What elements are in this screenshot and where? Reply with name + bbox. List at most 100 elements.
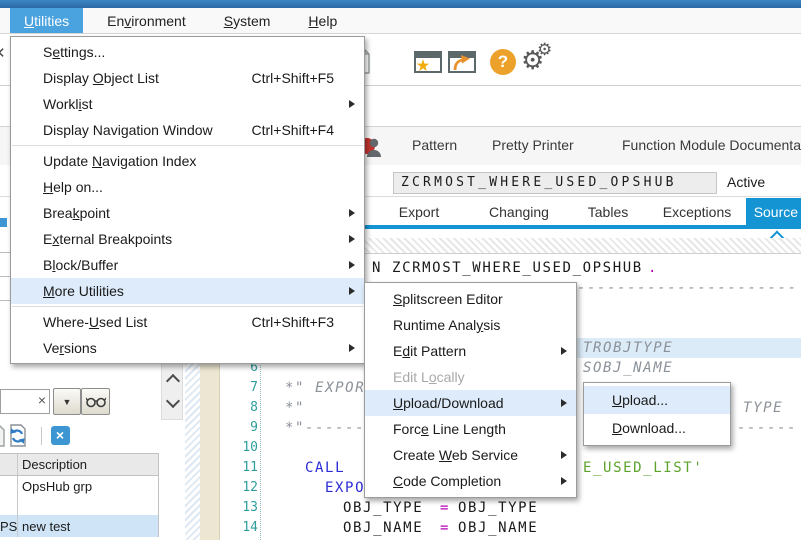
menu-accelerator: Ctrl+Shift+F5 [252, 70, 334, 86]
menubar-item-system[interactable]: System [210, 8, 285, 33]
menu-item-code-completion[interactable]: Code Completion [365, 468, 576, 494]
panel-scrollbar[interactable] [161, 363, 183, 420]
menu-bar-divider [0, 33, 801, 34]
code-segment: *" [285, 398, 305, 418]
active-tab-underline [343, 225, 801, 229]
menu-item-more-utilities[interactable]: More Utilities [11, 278, 364, 304]
table-cell-col1: PSH [0, 515, 18, 537]
code-segment: CALL [305, 458, 345, 478]
tab-caret-icon [766, 229, 788, 238]
search-input[interactable]: × [0, 389, 50, 414]
help-icon[interactable]: ? [490, 49, 516, 75]
code-segment: SOBJ_NAME [583, 358, 673, 378]
code-segment: N ZCRMOST_WHERE_USED_OPSHUB [372, 258, 643, 278]
code-segment: OBJ_TYPE [458, 498, 538, 518]
menu-item-force-line-length[interactable]: Force Line Length [365, 416, 576, 442]
menu-item-where-used-list[interactable]: Where-Used ListCtrl+Shift+F3 [11, 309, 364, 335]
sap-gui-window: Utilities Environment System Help ? ⚙ ⚙ [0, 0, 801, 540]
menu-item-splitscreen-editor[interactable]: Splitscreen Editor [365, 286, 576, 312]
menubar-item-help[interactable]: Help [294, 8, 351, 33]
menu-separator [12, 145, 363, 146]
menu-item-help-on[interactable]: Help on... [11, 174, 364, 200]
tab-exceptions[interactable]: Exceptions [648, 198, 747, 226]
table-cell-col1 [0, 497, 18, 515]
menu-item-upload[interactable]: Upload... [584, 386, 730, 414]
table-cell-description: new test [18, 515, 70, 537]
editor-header-hatch [343, 238, 801, 254]
table-row[interactable]: OpsHub grp [0, 476, 158, 497]
menu-item-edit-locally[interactable]: Edit Locally [365, 364, 576, 390]
scroll-down-icon[interactable] [166, 394, 180, 408]
code-segment: = [440, 518, 450, 538]
cropped-blue-icon [0, 218, 7, 227]
shortcut-window-icon[interactable] [447, 49, 477, 75]
toolbar-separator [41, 427, 42, 445]
code-segment: OBJ_NAME [458, 518, 538, 538]
pretty-printer-button[interactable]: Pretty Printer [492, 137, 574, 153]
menu-accelerator: Ctrl+Shift+F3 [252, 314, 334, 330]
more-utilities-submenu: Splitscreen EditorRuntime AnalysisEdit P… [364, 282, 577, 498]
menu-item-external-breakpoints[interactable]: External Breakpoints [11, 226, 364, 252]
code-segment: E_USED_LIST' [583, 458, 703, 478]
menu-item-edit-pattern[interactable]: Edit Pattern [365, 338, 576, 364]
menu-item-display-object-list[interactable]: Display Object ListCtrl+Shift+F5 [11, 65, 364, 91]
menubar-item-environment[interactable]: Environment [93, 8, 200, 33]
menu-item-breakpoint[interactable]: Breakpoint [11, 200, 364, 226]
find-glasses-button[interactable] [81, 388, 110, 415]
menu-item-versions[interactable]: Versions [11, 335, 364, 361]
menu-bar: Utilities Environment System Help [0, 8, 801, 33]
submenu-arrow-icon [561, 477, 567, 485]
code-segment: ---------------------- [577, 278, 798, 298]
table-header-row: Description [0, 453, 158, 476]
object-list-panel: × ▼ × [0, 362, 160, 540]
object-list-table: Description OpsHub grp PSHnew test [0, 453, 159, 537]
gear-glyph-small: ⚙ [537, 40, 552, 60]
search-dropdown-button[interactable]: ▼ [53, 388, 81, 415]
menu-item-block-buffer[interactable]: Block/Buffer [11, 252, 364, 278]
refresh-icon[interactable] [6, 423, 30, 449]
menu-item-upload-download[interactable]: Upload/Download [365, 390, 576, 416]
submenu-arrow-icon [349, 209, 355, 217]
object-name-field[interactable]: ZCRMOST_WHERE_USED_OPSHUB [393, 172, 717, 194]
utilities-menu: Settings...Display Object ListCtrl+Shift… [10, 36, 365, 364]
favorites-window-icon[interactable] [413, 49, 443, 75]
menu-item-download[interactable]: Download... [584, 414, 730, 442]
code-segment: = [440, 498, 450, 518]
submenu-arrow-icon [349, 235, 355, 243]
submenu-arrow-icon [561, 347, 567, 355]
menu-item-worklist[interactable]: Worklist [11, 91, 364, 117]
tab-export[interactable]: Export [368, 198, 471, 226]
menu-item-create-web-service[interactable]: Create Web Service [365, 442, 576, 468]
table-row[interactable] [0, 497, 158, 515]
status-label: Active [727, 174, 765, 190]
clear-search-icon[interactable]: × [38, 393, 46, 407]
submenu-arrow-icon [561, 399, 567, 407]
code-segment: ------ [737, 418, 797, 438]
table-cell-description [18, 497, 22, 515]
table-row[interactable]: PSHnew test [0, 515, 158, 537]
menu-item-settings[interactable]: Settings... [11, 39, 364, 65]
submenu-arrow-icon [349, 344, 355, 352]
tab-source-code[interactable]: Source code [746, 198, 801, 226]
menubar-item-utilities[interactable]: Utilities [10, 8, 83, 33]
delete-button[interactable]: × [47, 423, 73, 448]
menu-item-display-navigation-window[interactable]: Display Navigation WindowCtrl+Shift+F4 [11, 117, 364, 143]
menu-accelerator: Ctrl+Shift+F4 [252, 122, 334, 138]
title-bar [0, 0, 801, 8]
code-segment: . [648, 258, 658, 278]
glasses-icon [86, 396, 106, 408]
scroll-up-icon[interactable] [166, 374, 180, 388]
function-module-documentation-button[interactable]: Function Module Documentation [622, 137, 801, 153]
pattern-button[interactable]: Pattern [412, 137, 457, 153]
code-segment: OBJ_NAME [343, 518, 423, 538]
table-header-description: Description [18, 454, 87, 475]
menu-item-runtime-analysis[interactable]: Runtime Analysis [365, 312, 576, 338]
code-segment: ) TYPE [723, 398, 783, 418]
menu-item-update-navigation-index[interactable]: Update Navigation Index [11, 148, 364, 174]
customize-gears-icon[interactable]: ⚙ ⚙ [521, 43, 555, 77]
help-glyph: ? [498, 52, 508, 72]
tab-changing[interactable]: Changing [470, 198, 569, 226]
tab-tables[interactable]: Tables [568, 198, 649, 226]
table-header-col1 [0, 454, 18, 475]
submenu-arrow-icon [349, 287, 355, 295]
